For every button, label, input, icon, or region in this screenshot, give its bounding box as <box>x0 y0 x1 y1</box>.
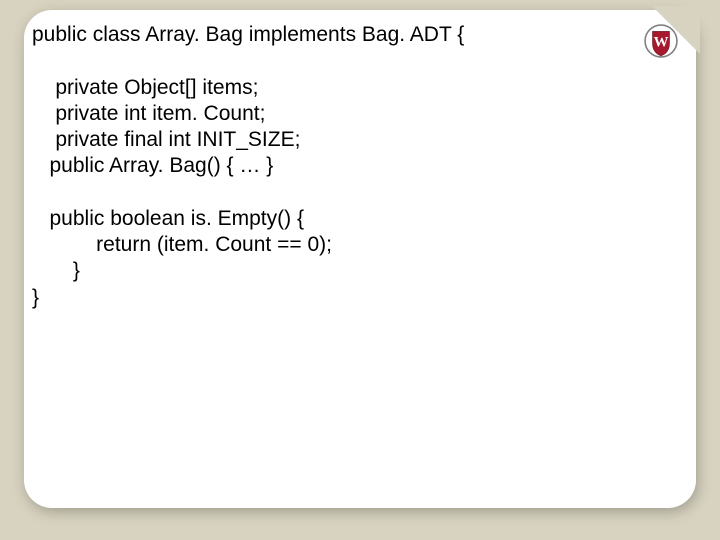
code-block: public class Array. Bag implements Bag. … <box>32 22 672 311</box>
code-line: public class Array. Bag implements Bag. … <box>32 22 672 48</box>
code-blank <box>32 180 672 206</box>
code-line: public boolean is. Empty() { <box>32 206 672 232</box>
code-line: return (item. Count == 0); <box>32 232 672 258</box>
code-line: private Object[] items; <box>32 75 672 101</box>
code-line: public Array. Bag() { … } <box>32 153 672 179</box>
content-card: W public class Array. Bag implements Bag… <box>24 10 696 508</box>
code-blank <box>32 48 672 74</box>
code-line: private int item. Count; <box>32 101 672 127</box>
slide: W public class Array. Bag implements Bag… <box>0 0 720 540</box>
code-line: private final int INIT_SIZE; <box>32 127 672 153</box>
code-line: } <box>32 258 672 284</box>
code-line: } <box>32 285 672 311</box>
